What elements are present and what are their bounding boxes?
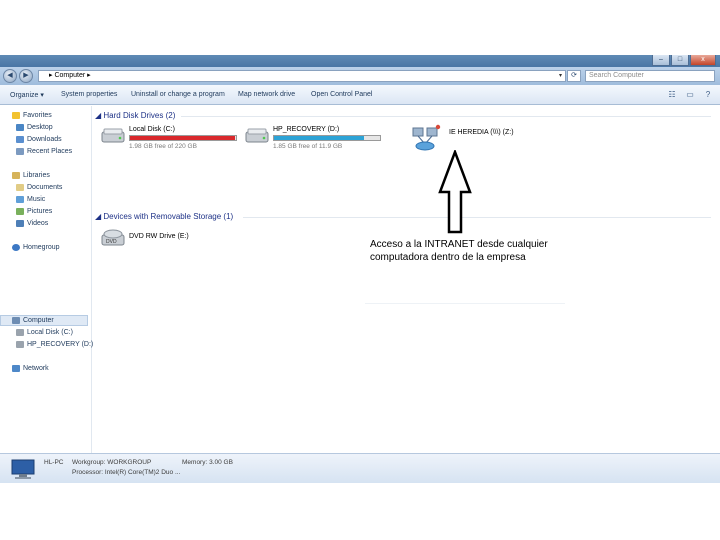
sidebar-item-downloads[interactable]: Downloads <box>16 136 62 143</box>
downloads-icon <box>16 136 24 143</box>
sidebar-item-pictures[interactable]: Pictures <box>16 208 52 215</box>
details-pane: HL-PC Workgroup: WORKGROUP Memory: 3.00 … <box>0 453 720 483</box>
help-icon[interactable]: ? <box>702 89 714 100</box>
command-bar: Organize ▾ System properties Uninstall o… <box>0 85 720 105</box>
sidebar-item-documents[interactable]: Documents <box>16 184 62 191</box>
address-bar-row: ◀ ▶ ▸ Computer ▸ ▾ ⟳ Search Computer <box>0 67 720 85</box>
map-network-drive-button[interactable]: Map network drive <box>238 91 295 98</box>
pictures-icon <box>16 208 24 215</box>
back-button[interactable]: ◀ <box>3 69 17 83</box>
libraries-icon <box>12 172 20 179</box>
dvd-drive-icon: DVD <box>101 229 125 246</box>
uninstall-program-button[interactable]: Uninstall or change a program <box>131 91 225 98</box>
maximize-button[interactable]: □ <box>671 55 689 66</box>
dvd-drive-e[interactable]: DVD DVD RW Drive (E:) <box>101 228 221 252</box>
minimize-button[interactable]: – <box>652 55 670 66</box>
search-input[interactable]: Search Computer <box>585 70 715 82</box>
drive-d-usage-bar <box>273 135 381 141</box>
annotation-divider <box>365 303 565 304</box>
title-bar: – □ x <box>0 55 720 67</box>
usage-fill <box>274 136 365 140</box>
annotation-caption: Acceso a la INTRANET desde cualquier com… <box>370 238 570 264</box>
window-controls: – □ x <box>652 55 716 66</box>
hard-drive-icon <box>101 128 125 143</box>
close-button[interactable]: x <box>690 55 716 66</box>
system-properties-button[interactable]: System properties <box>61 91 117 98</box>
address-dropdown-icon[interactable]: ▾ <box>555 70 566 82</box>
content-pane: ◢ Hard Disk Drives (2) Local Disk (C:) 1… <box>93 106 720 453</box>
group-divider <box>181 116 711 117</box>
sidebar-item-homegroup[interactable]: Homegroup <box>12 244 60 251</box>
hard-drive-icon <box>245 128 269 143</box>
up-arrow-icon <box>438 150 472 234</box>
documents-icon <box>16 184 24 191</box>
drive-c[interactable]: Local Disk (C:) 1.98 GB free of 220 GB <box>101 126 241 154</box>
annotation-mask <box>326 236 363 304</box>
music-icon <box>16 196 24 203</box>
sidebar-item-computer[interactable]: Computer <box>12 317 54 324</box>
star-icon <box>12 112 20 119</box>
sidebar-item-desktop[interactable]: Desktop <box>16 124 53 131</box>
group-divider <box>243 217 711 218</box>
svg-text:DVD: DVD <box>106 239 117 245</box>
view-options-icon[interactable]: ☷ <box>666 89 678 100</box>
sidebar-item-hp-recovery[interactable]: HP_RECOVERY (D:) <box>16 341 93 348</box>
navigation-pane: Favorites Desktop Downloads Recent Place… <box>0 106 93 453</box>
drive-c-usage-bar <box>129 135 237 141</box>
open-control-panel-button[interactable]: Open Control Panel <box>311 91 372 98</box>
sidebar-item-recent-places[interactable]: Recent Places <box>16 148 72 155</box>
sidebar-item-favorites[interactable]: Favorites <box>12 112 52 119</box>
refresh-button[interactable]: ⟳ <box>567 70 581 82</box>
breadcrumb: ▸ Computer ▸ <box>49 72 91 79</box>
preview-pane-icon[interactable]: ▭ <box>684 89 696 100</box>
computer-icon <box>12 317 20 324</box>
address-field[interactable]: ▸ Computer ▸ <box>38 70 566 82</box>
annotation-line-1: Acceso a la INTRANET desde cualquier <box>370 239 548 250</box>
network-icon <box>12 365 20 372</box>
annotation-line-2: computadora dentro de la empresa <box>370 252 526 263</box>
sidebar-item-local-disk[interactable]: Local Disk (C:) <box>16 329 73 336</box>
drive-d[interactable]: HP_RECOVERY (D:) 1.85 GB free of 11.9 GB <box>245 126 385 154</box>
recent-places-icon <box>16 148 24 155</box>
videos-icon <box>16 220 24 227</box>
sidebar-item-libraries[interactable]: Libraries <box>12 172 50 179</box>
removable-group-header[interactable]: ◢ Devices with Removable Storage (1) <box>95 212 233 221</box>
disk-icon <box>16 329 24 336</box>
usage-fill <box>130 136 235 140</box>
disk-icon <box>16 341 24 348</box>
homegroup-icon <box>12 244 20 251</box>
hard-disk-group-header[interactable]: ◢ Hard Disk Drives (2) <box>95 111 175 120</box>
sidebar-item-music[interactable]: Music <box>16 196 45 203</box>
sidebar-item-videos[interactable]: Videos <box>16 220 48 227</box>
organize-button[interactable]: Organize ▾ <box>10 91 44 99</box>
forward-button[interactable]: ▶ <box>19 69 33 83</box>
computer-icon <box>11 459 35 479</box>
sidebar-item-network[interactable]: Network <box>12 365 49 372</box>
desktop-icon <box>16 124 24 131</box>
